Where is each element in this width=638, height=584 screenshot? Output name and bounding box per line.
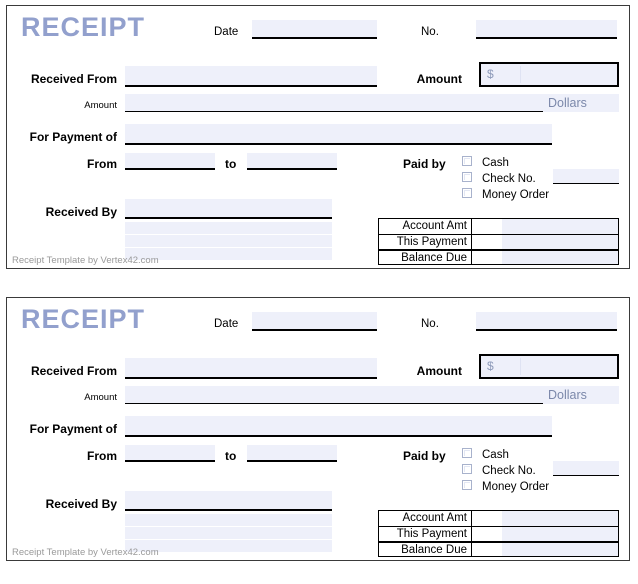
- balance-due-gap: [472, 251, 502, 264]
- this-payment-label: This Payment: [379, 235, 472, 249]
- totals-table-2: Account Amt This Payment Balance Due: [378, 510, 619, 557]
- check-no-input-2[interactable]: [553, 461, 619, 476]
- received-by-extra-line-1[interactable]: [125, 221, 332, 234]
- balance-due-input-2[interactable]: [502, 543, 618, 556]
- amount-words-input-2[interactable]: [125, 386, 543, 404]
- checkbox-cash[interactable]: [462, 156, 472, 166]
- amount-words-label-2: Amount: [84, 392, 117, 403]
- from-label: From: [87, 157, 117, 171]
- amount-box-divider: [520, 66, 521, 83]
- checkbox-money-order-label: Money Order: [482, 189, 550, 201]
- amount-input-box-2[interactable]: $: [479, 354, 619, 379]
- balance-due-gap-2: [472, 543, 502, 556]
- currency-symbol: $: [487, 67, 494, 81]
- checkbox-cash-2[interactable]: [462, 448, 472, 458]
- to-input-2[interactable]: [247, 445, 337, 462]
- to-label: to: [225, 157, 237, 171]
- table-row: This Payment: [379, 234, 618, 249]
- received-from-input[interactable]: [125, 66, 377, 87]
- received-from-label: Received From: [30, 72, 117, 86]
- received-from-label-2: Received From: [30, 364, 117, 378]
- amount-label-2: Amount: [416, 364, 462, 378]
- received-from-input-2[interactable]: [125, 358, 377, 379]
- dollars-label: Dollars: [548, 96, 587, 110]
- table-row: Account Amt: [379, 511, 618, 526]
- received-by-label-2: Received By: [45, 497, 117, 511]
- number-input[interactable]: [476, 20, 617, 39]
- footer-credit: Receipt Template by Vertex42.com: [12, 255, 159, 266]
- checkbox-cash-label: Cash: [482, 157, 509, 169]
- receipt-body-2: RECEIPT Date No. Received From Amount $ …: [7, 298, 629, 560]
- check-no-input[interactable]: [553, 169, 619, 184]
- currency-symbol-2: $: [487, 359, 494, 373]
- date-input[interactable]: [252, 20, 377, 39]
- for-payment-of-input-2[interactable]: [125, 416, 552, 437]
- this-payment-gap-2: [472, 527, 502, 541]
- for-payment-of-input[interactable]: [125, 124, 552, 145]
- received-by-input[interactable]: [125, 199, 332, 219]
- checkbox-money-order-label-2: Money Order: [482, 481, 550, 493]
- checkbox-check-no-label: Check No.: [482, 173, 536, 185]
- date-label: Date: [214, 26, 239, 38]
- checkbox-money-order-2[interactable]: [462, 480, 472, 490]
- dollars-label-2: Dollars: [548, 388, 587, 402]
- number-label: No.: [421, 26, 439, 38]
- account-amt-label-2: Account Amt: [379, 511, 472, 526]
- footer-credit-2: Receipt Template by Vertex42.com: [12, 547, 159, 558]
- received-by-extra-line-2[interactable]: [125, 234, 332, 247]
- amount-label: Amount: [416, 72, 462, 86]
- receipt-template-page: RECEIPT Date No. Received From Amount $ …: [0, 0, 638, 584]
- amount-input-box[interactable]: $: [479, 62, 619, 87]
- received-by-extra-line-2-2[interactable]: [125, 526, 332, 539]
- this-payment-label-2: This Payment: [379, 527, 472, 541]
- paid-by-label: Paid by: [403, 157, 446, 171]
- this-payment-input-2[interactable]: [502, 527, 618, 541]
- received-by-input-2[interactable]: [125, 491, 332, 511]
- account-amt-input[interactable]: [502, 219, 618, 234]
- from-label-2: From: [87, 449, 117, 463]
- for-payment-of-label: For Payment of: [29, 130, 117, 144]
- this-payment-gap: [472, 235, 502, 249]
- checkbox-check-no[interactable]: [462, 172, 472, 182]
- checkbox-check-no-label-2: Check No.: [482, 465, 536, 477]
- for-payment-of-label-2: For Payment of: [29, 422, 117, 436]
- to-label-2: to: [225, 449, 237, 463]
- from-input-2[interactable]: [125, 445, 215, 462]
- date-label-2: Date: [214, 318, 239, 330]
- amount-box-divider-2: [520, 358, 521, 375]
- table-row: Balance Due: [379, 249, 618, 264]
- checkbox-cash-label-2: Cash: [482, 449, 509, 461]
- checkbox-check-no-2[interactable]: [462, 464, 472, 474]
- to-input[interactable]: [247, 153, 337, 170]
- balance-due-label: Balance Due: [379, 251, 472, 264]
- number-label-2: No.: [421, 318, 439, 330]
- receipt-card-1: RECEIPT Date No. Received From Amount $ …: [6, 5, 630, 269]
- table-row: This Payment: [379, 526, 618, 541]
- totals-table: Account Amt This Payment Balance Due: [378, 218, 619, 265]
- receipt-body-1: RECEIPT Date No. Received From Amount $ …: [7, 6, 629, 268]
- this-payment-input[interactable]: [502, 235, 618, 249]
- checkbox-money-order[interactable]: [462, 188, 472, 198]
- account-amt-gap: [472, 219, 502, 234]
- balance-due-label-2: Balance Due: [379, 543, 472, 556]
- table-row: Account Amt: [379, 219, 618, 234]
- amount-words-label: Amount: [84, 100, 117, 111]
- balance-due-input[interactable]: [502, 251, 618, 264]
- date-input-2[interactable]: [252, 312, 377, 331]
- paid-by-label-2: Paid by: [403, 449, 446, 463]
- account-amt-label: Account Amt: [379, 219, 472, 234]
- amount-words-input[interactable]: [125, 94, 543, 112]
- received-by-extra-line-1-2[interactable]: [125, 513, 332, 526]
- page-title-2: RECEIPT: [21, 304, 146, 334]
- from-input[interactable]: [125, 153, 215, 170]
- page-title: RECEIPT: [21, 12, 146, 42]
- account-amt-gap-2: [472, 511, 502, 526]
- table-row: Balance Due: [379, 541, 618, 556]
- account-amt-input-2[interactable]: [502, 511, 618, 526]
- receipt-card-2: RECEIPT Date No. Received From Amount $ …: [6, 297, 630, 561]
- received-by-label: Received By: [45, 205, 117, 219]
- number-input-2[interactable]: [476, 312, 617, 331]
